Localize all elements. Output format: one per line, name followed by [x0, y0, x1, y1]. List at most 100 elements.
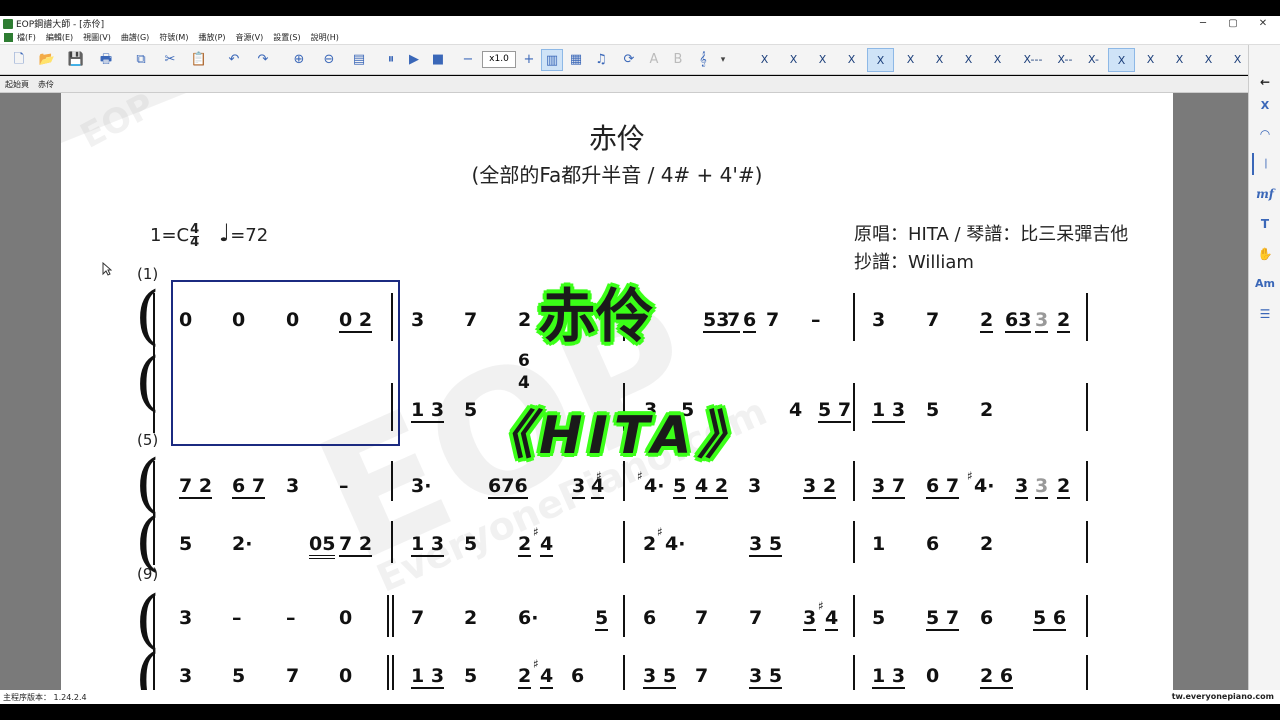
note[interactable]: 3 5	[643, 665, 677, 689]
undo-icon[interactable]: ↶	[223, 49, 245, 71]
note[interactable]: 3	[179, 665, 192, 687]
menu-settings[interactable]: 設置(S)	[273, 32, 300, 43]
slur-icon[interactable]: ◠	[1252, 123, 1278, 145]
note[interactable]: 7	[926, 309, 939, 331]
note[interactable]: 6	[571, 665, 584, 687]
note[interactable]: 5	[673, 475, 687, 499]
note[interactable]: 4·	[665, 533, 685, 555]
dynamics-icon[interactable]: mf	[1252, 183, 1278, 205]
note[interactable]: 2	[980, 533, 993, 555]
menu-symbol[interactable]: 符號(M)	[159, 32, 188, 43]
duration-button-whole[interactable]: X---	[1016, 48, 1050, 72]
note[interactable]: 7 2	[179, 475, 213, 499]
note[interactable]: 5 7	[818, 399, 852, 423]
note[interactable]: 3	[803, 607, 817, 631]
chord-note[interactable]: 6	[518, 351, 530, 371]
note-button-4[interactable]: X	[838, 48, 865, 72]
note[interactable]: 6	[743, 309, 757, 333]
transpose-icon[interactable]: ⟳	[618, 49, 640, 71]
pause-icon[interactable]: ⏸	[380, 49, 402, 71]
note-button-1[interactable]: X	[751, 48, 778, 72]
note[interactable]: 5	[464, 533, 477, 555]
minimize-button[interactable]: ─	[1188, 16, 1218, 31]
note[interactable]: 5 6	[1033, 607, 1067, 631]
menu-score[interactable]: 曲譜(G)	[121, 32, 149, 43]
note[interactable]: 3	[872, 309, 885, 331]
note[interactable]: 2	[980, 399, 993, 421]
note[interactable]: 6 7	[232, 475, 266, 499]
note[interactable]: 3	[1035, 475, 1049, 499]
zoom-out-icon[interactable]: ⊖	[318, 49, 340, 71]
note[interactable]: 1 3	[872, 665, 906, 689]
note[interactable]: 7	[695, 607, 708, 629]
redo-icon[interactable]: ↷	[252, 49, 274, 71]
note[interactable]: 1 3	[411, 399, 445, 423]
maximize-button[interactable]: ▢	[1218, 16, 1248, 31]
note[interactable]: 4·	[644, 475, 664, 497]
note[interactable]: 3 7	[872, 475, 906, 499]
note[interactable]: 4·	[974, 475, 994, 497]
zoom-in-icon[interactable]: ⊕	[288, 49, 310, 71]
note[interactable]: 4	[591, 475, 605, 499]
note[interactable]: 5	[872, 607, 885, 629]
note[interactable]: 2	[980, 309, 994, 333]
note[interactable]: 4	[540, 533, 554, 557]
note[interactable]: 5	[595, 607, 609, 631]
note[interactable]: 3 2	[803, 475, 837, 499]
note-tool-icon[interactable]: X	[1252, 95, 1278, 117]
note[interactable]: 1 3	[872, 399, 906, 423]
note[interactable]: 5	[464, 399, 477, 421]
bar-view-icon[interactable]: ▦	[565, 49, 587, 71]
note[interactable]: 7 2	[339, 533, 373, 557]
menu-sound[interactable]: 音源(V)	[236, 32, 264, 43]
note[interactable]: 3	[411, 309, 424, 331]
note[interactable]: –	[339, 475, 349, 497]
note[interactable]: 5	[232, 665, 245, 687]
open-icon[interactable]: 📂	[36, 49, 58, 71]
selection-box[interactable]	[171, 280, 400, 446]
font-a-icon[interactable]: A	[643, 49, 665, 71]
plus-icon[interactable]: +	[518, 49, 540, 71]
note[interactable]: 2	[518, 665, 532, 689]
duration-button-64th[interactable]: X	[1224, 48, 1251, 72]
note[interactable]: 0	[339, 665, 352, 687]
note[interactable]: 7	[749, 607, 762, 629]
note[interactable]: 3 5	[749, 533, 783, 557]
indent-icon[interactable]: ☰	[1252, 303, 1278, 325]
arrow-left-icon[interactable]: ←	[1252, 71, 1278, 93]
note[interactable]: 3	[572, 475, 586, 499]
chord-tool-icon[interactable]: Am	[1252, 273, 1278, 295]
note[interactable]: 2	[518, 309, 531, 331]
tab-start-page[interactable]: 起始頁	[5, 79, 29, 90]
duration-button-eighth[interactable]: X	[1137, 48, 1164, 72]
note[interactable]: 2	[518, 533, 532, 557]
note[interactable]: 53	[703, 309, 730, 333]
text-tool-icon[interactable]: T	[1252, 213, 1278, 235]
tempo-field[interactable]: x1.0	[482, 51, 516, 68]
stop-icon[interactable]: ■	[427, 49, 449, 71]
cut-icon[interactable]: ✂	[159, 49, 181, 71]
chevron-down-icon[interactable]: ▾	[712, 49, 734, 71]
play-icon[interactable]: ▶	[403, 49, 425, 71]
staff-view-icon[interactable]: ♫	[590, 49, 612, 71]
note[interactable]: 6	[980, 607, 993, 629]
note[interactable]: 2	[464, 607, 477, 629]
note[interactable]: 1 3	[411, 533, 445, 557]
note[interactable]: 0	[926, 665, 939, 687]
note-button-8[interactable]: X	[955, 48, 982, 72]
note[interactable]: 6 7	[926, 475, 960, 499]
note[interactable]: –	[811, 309, 821, 331]
note[interactable]: 3·	[411, 475, 431, 497]
note[interactable]: 5	[926, 399, 939, 421]
close-button[interactable]: ✕	[1248, 16, 1278, 31]
note[interactable]: 6	[926, 533, 939, 555]
piano-view-icon[interactable]: ▥	[541, 49, 563, 71]
note[interactable]: 5	[179, 533, 192, 555]
note[interactable]: 2	[643, 533, 656, 555]
note-button-7[interactable]: X	[926, 48, 953, 72]
note[interactable]: 4	[789, 399, 802, 421]
note[interactable]: 2·	[232, 533, 252, 555]
note[interactable]: 2	[1057, 475, 1071, 499]
hand-icon[interactable]: ✋	[1252, 243, 1278, 265]
note[interactable]: 7	[695, 665, 708, 687]
